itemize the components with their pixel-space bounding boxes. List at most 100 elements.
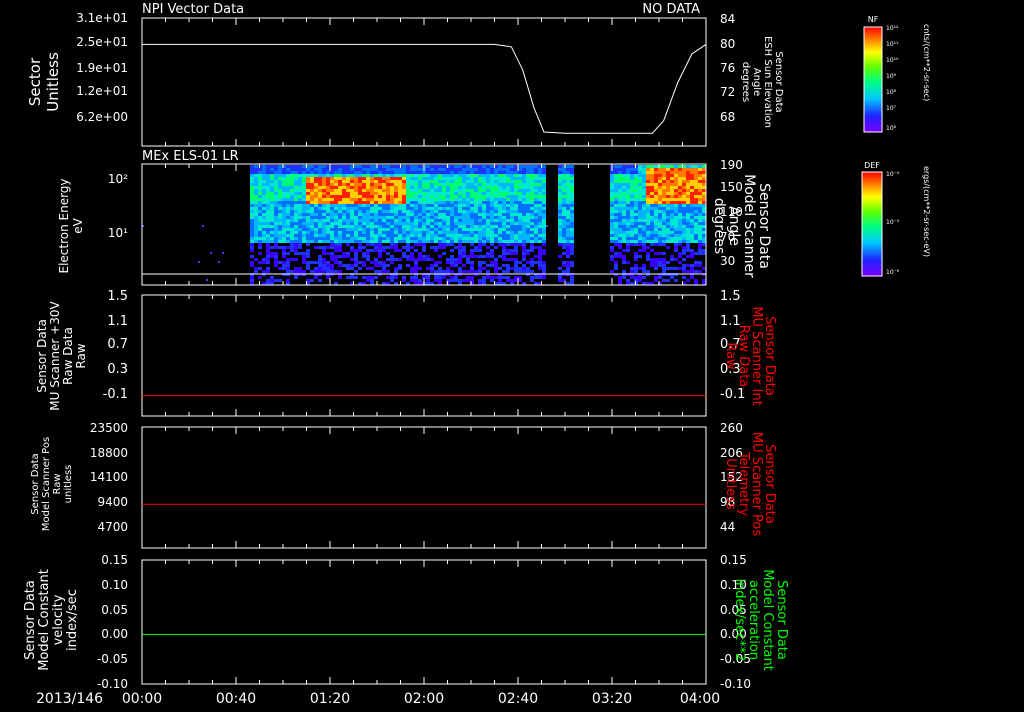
spectrogram-pixel [290, 174, 294, 177]
spectrogram-pixel [610, 204, 614, 207]
spectrogram-pixel [390, 255, 394, 258]
spectrogram-pixel [426, 228, 430, 231]
spectrogram-pixel [674, 195, 678, 198]
spectrogram-pixel [286, 198, 290, 201]
spectrogram-pixel [258, 240, 262, 243]
spectrogram-pixel [462, 279, 466, 282]
spectrogram-pixel [414, 189, 418, 192]
spectrogram-pixel [362, 234, 366, 237]
spectrogram-pixel [326, 171, 330, 174]
spectrogram-pixel [670, 213, 674, 216]
spectrogram-pixel [490, 183, 494, 186]
spectrogram-pixel [626, 192, 630, 195]
spectrogram-pixel [478, 180, 482, 183]
spectrogram-pixel [522, 240, 526, 243]
spectrogram-pixel [366, 216, 370, 219]
spectrogram-pixel [666, 198, 670, 201]
spectrogram-pixel [662, 168, 666, 171]
spectrogram-pixel [490, 237, 494, 240]
spectrogram-pixel [670, 192, 674, 195]
spectrogram-pixel [466, 207, 470, 210]
spectrogram-pixel [338, 198, 342, 201]
spectrogram-pixel [498, 279, 502, 282]
spectrogram-pixel [470, 177, 474, 180]
spectrogram-pixel [654, 219, 658, 222]
spectrogram-pixel [514, 219, 518, 222]
spectrogram-pixel [438, 165, 442, 168]
spectrogram-pixel [426, 213, 430, 216]
spectrogram-pixel [250, 180, 254, 183]
spectrogram-pixel [506, 171, 510, 174]
spectrogram-pixel [654, 225, 658, 228]
spectrogram-pixel [386, 171, 390, 174]
spectrogram-pixel [430, 183, 434, 186]
spectrogram-pixel [462, 201, 466, 204]
spectrogram-pixel [258, 210, 262, 213]
spectrogram-pixel [406, 255, 410, 258]
spectrogram-pixel [286, 258, 290, 261]
spectrogram-pixel [506, 225, 510, 228]
spectrogram-pixel [674, 231, 678, 234]
spectrogram-pixel [486, 228, 490, 231]
spectrogram-pixel [414, 243, 418, 246]
spectrogram-pixel [282, 261, 286, 264]
spectrogram-pixel [262, 234, 266, 237]
spectrogram-pixel [470, 264, 474, 267]
spectrogram-pixel [394, 270, 398, 273]
spectrogram-pixel [322, 264, 326, 267]
spectrogram-pixel [670, 240, 674, 243]
spectrogram-pixel [690, 186, 694, 189]
spectrogram-pixel [658, 234, 662, 237]
spectrogram-pixel [438, 213, 442, 216]
spectrogram-pixel [614, 234, 618, 237]
spectrogram-pixel [498, 177, 502, 180]
colorbar-gradient [861, 171, 883, 277]
spectrogram-pixel [258, 189, 262, 192]
axis-label-line: Model Scanner [741, 174, 757, 278]
spectrogram-pixel [418, 201, 422, 204]
spectrogram-pixel [278, 198, 282, 201]
spectrogram-pixel [630, 168, 634, 171]
spectrogram-pixel [310, 216, 314, 219]
spectrogram-pixel [446, 192, 450, 195]
spectrogram-pixel [282, 249, 286, 252]
panel-frame [141, 426, 707, 549]
spectrogram-pixel [294, 216, 298, 219]
spectrogram-pixel [690, 171, 694, 174]
spectrogram-pixel [310, 186, 314, 189]
spectrogram-pixel [658, 168, 662, 171]
spectrogram-pixel [694, 231, 698, 234]
spectrogram-pixel [410, 171, 414, 174]
spectrogram-pixel [534, 183, 538, 186]
spectrogram-pixel [378, 261, 382, 264]
spectrogram-pixel [418, 210, 422, 213]
spectrogram-pixel [262, 183, 266, 186]
spectrogram-pixel [462, 198, 466, 201]
tick-label: 190 [720, 158, 743, 172]
spectrogram-pixel [290, 204, 294, 207]
spectrogram-pixel [414, 219, 418, 222]
spectrogram-pixel [534, 177, 538, 180]
spectrogram-pixel [254, 234, 258, 237]
spectrogram-pixel [274, 174, 278, 177]
spectrogram-pixel [622, 237, 626, 240]
tick-label: 18800 [90, 446, 128, 460]
spectrogram-pixel [394, 165, 398, 168]
spectrogram-pixel [434, 249, 438, 252]
spectrogram-pixel [694, 195, 698, 198]
spectrogram-pixel [450, 165, 454, 168]
spectrogram-pixel [538, 192, 542, 195]
spectrogram-pixel [274, 201, 278, 204]
spectrogram-pixel [654, 192, 658, 195]
spectrogram-pixel [458, 258, 462, 261]
spectrogram-pixel [362, 174, 366, 177]
spectrogram-pixel [674, 225, 678, 228]
spectrogram-pixel [658, 201, 662, 204]
spectrogram-pixel [474, 249, 478, 252]
spectrogram-pixel [670, 186, 674, 189]
spectrogram-pixel [490, 219, 494, 222]
spectrogram-pixel [266, 255, 270, 258]
spectrogram-pixel [522, 219, 526, 222]
spectrogram-pixel [538, 174, 542, 177]
spectrogram-pixel [534, 213, 538, 216]
